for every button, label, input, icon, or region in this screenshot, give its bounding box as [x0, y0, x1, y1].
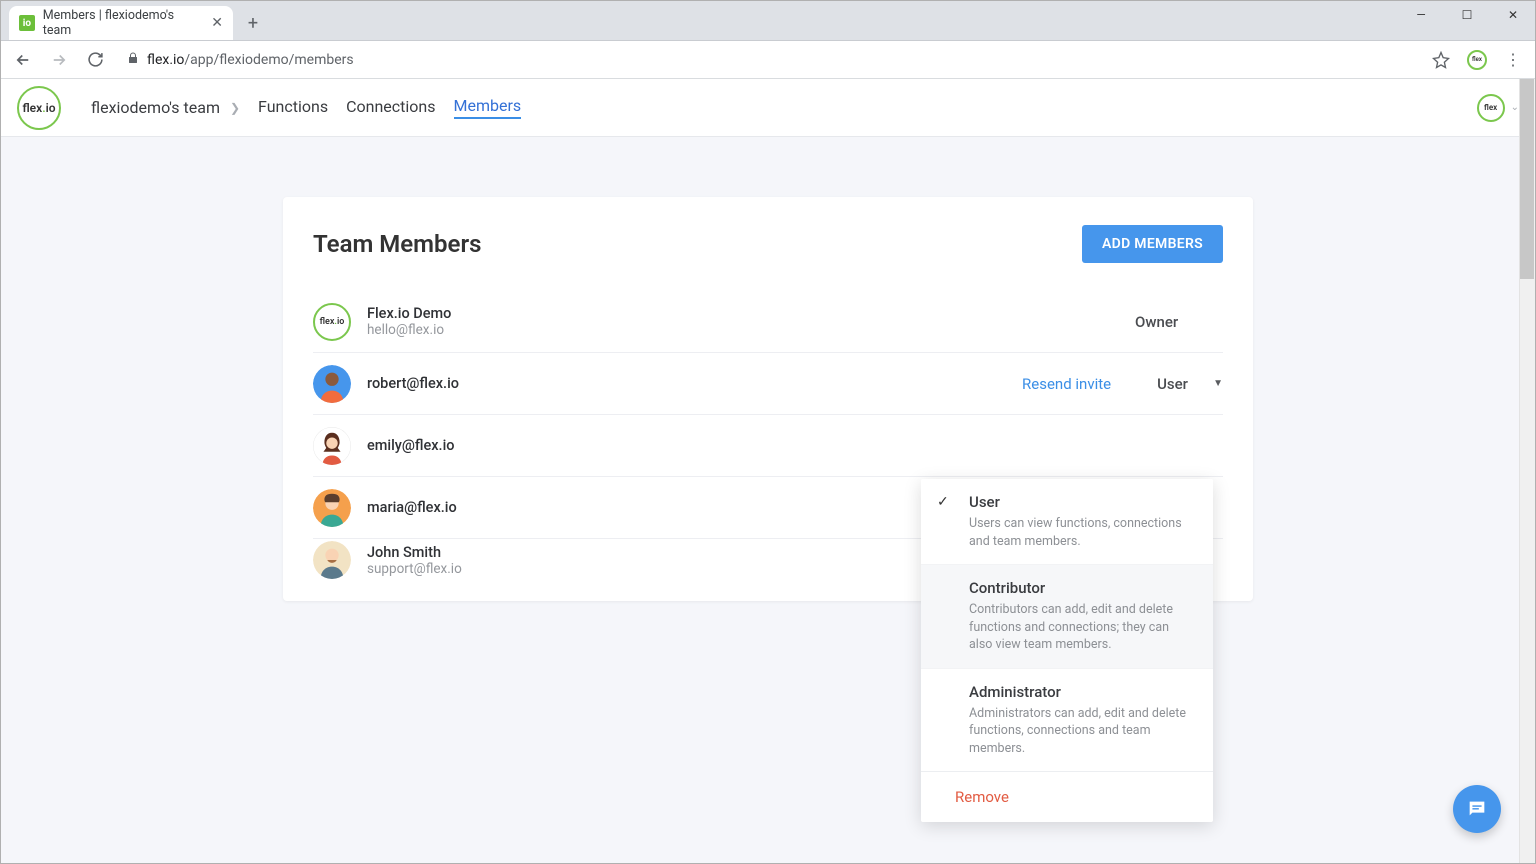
- member-name: Flex.io Demo: [367, 305, 451, 322]
- chat-button[interactable]: [1453, 785, 1501, 833]
- member-email: support@flex.io: [367, 561, 462, 577]
- role-dropdown[interactable]: User ▼: [1157, 375, 1223, 393]
- avatar-icon: [313, 427, 351, 465]
- nav-connections[interactable]: Connections: [346, 97, 435, 118]
- url-field[interactable]: flex.io/app/flexiodemo/members: [117, 46, 1419, 74]
- chevron-down-icon[interactable]: ⌄: [1511, 102, 1519, 113]
- new-tab-button[interactable]: +: [239, 9, 267, 37]
- url-host: flex.io: [147, 52, 184, 68]
- browser-tab[interactable]: io Members | flexiodemo's team ✕: [9, 6, 233, 40]
- page-title: Team Members: [313, 230, 481, 258]
- member-row: emily@flex.io: [313, 415, 1223, 477]
- avatar-icon: [313, 541, 351, 579]
- address-bar: flex.io/app/flexiodemo/members flex ⋮: [1, 41, 1535, 79]
- url-path: /app/flexiodemo/members: [184, 52, 353, 68]
- role-option-title: Contributor: [969, 579, 1195, 597]
- member-role: User: [1157, 375, 1207, 393]
- role-dropdown-menu: ✓ User Users can view functions, connect…: [921, 479, 1213, 822]
- logo[interactable]: flex.io: [17, 86, 61, 130]
- window-minimize-icon[interactable]: —: [1398, 0, 1444, 30]
- role-option-contributor[interactable]: Contributor Contributors can add, edit a…: [921, 565, 1213, 669]
- star-icon[interactable]: [1427, 46, 1455, 74]
- check-icon: ✓: [937, 494, 949, 510]
- avatar-icon: [313, 489, 351, 527]
- member-row: robert@flex.io Resend invite User ▼: [313, 353, 1223, 415]
- avatar-icon: [313, 365, 351, 403]
- role-option-title: Administrator: [969, 683, 1195, 701]
- nav-reload-icon[interactable]: [81, 46, 109, 74]
- nav-members[interactable]: Members: [454, 96, 522, 119]
- member-row: flex.io Flex.io Demo hello@flex.io Owner: [313, 291, 1223, 353]
- member-email: hello@flex.io: [367, 322, 451, 338]
- role-option-desc: Contributors can add, edit and delete fu…: [969, 601, 1195, 654]
- window-maximize-icon[interactable]: ☐: [1444, 0, 1490, 30]
- add-members-button[interactable]: ADD MEMBERS: [1082, 225, 1223, 263]
- role-option-title: User: [969, 493, 1195, 511]
- tab-title: Members | flexiodemo's team: [43, 8, 204, 38]
- top-nav: flexiodemo's team ❯ Functions Connection…: [91, 96, 521, 119]
- caret-down-icon: ▼: [1213, 378, 1223, 389]
- nav-forward-icon[interactable]: [45, 46, 73, 74]
- user-avatar[interactable]: flex: [1477, 94, 1505, 122]
- member-email: maria@flex.io: [367, 499, 457, 516]
- avatar-icon: flex.io: [313, 303, 351, 341]
- nav-functions[interactable]: Functions: [258, 97, 328, 118]
- member-role: Owner: [1135, 313, 1185, 331]
- browser-menu-icon[interactable]: ⋮: [1499, 46, 1527, 74]
- tab-close-icon[interactable]: ✕: [211, 15, 223, 31]
- breadcrumb[interactable]: flexiodemo's team ❯: [91, 98, 240, 117]
- resend-invite-link[interactable]: Resend invite: [1022, 375, 1111, 393]
- member-email: robert@flex.io: [367, 375, 459, 392]
- role-option-desc: Administrators can add, edit and delete …: [969, 705, 1195, 758]
- app-header: flex.io flexiodemo's team ❯ Functions Co…: [1, 79, 1535, 137]
- nav-back-icon[interactable]: [9, 46, 37, 74]
- lock-icon: [127, 52, 139, 67]
- role-option-admin[interactable]: Administrator Administrators can add, ed…: [921, 669, 1213, 773]
- scrollbar-thumb[interactable]: [1520, 79, 1534, 279]
- chevron-right-icon: ❯: [230, 101, 240, 115]
- scrollbar[interactable]: [1519, 79, 1535, 863]
- role-option-desc: Users can view functions, connections an…: [969, 515, 1195, 550]
- window-close-icon[interactable]: ✕: [1490, 0, 1536, 30]
- extension-icon[interactable]: flex: [1463, 46, 1491, 74]
- role-option-user[interactable]: ✓ User Users can view functions, connect…: [921, 479, 1213, 565]
- breadcrumb-team: flexiodemo's team: [91, 98, 220, 117]
- tab-strip: io Members | flexiodemo's team ✕ + — ☐ ✕: [1, 1, 1535, 41]
- member-name: John Smith: [367, 544, 462, 561]
- role-option-remove[interactable]: Remove: [921, 772, 1213, 822]
- member-email: emily@flex.io: [367, 437, 455, 454]
- favicon-icon: io: [19, 15, 35, 31]
